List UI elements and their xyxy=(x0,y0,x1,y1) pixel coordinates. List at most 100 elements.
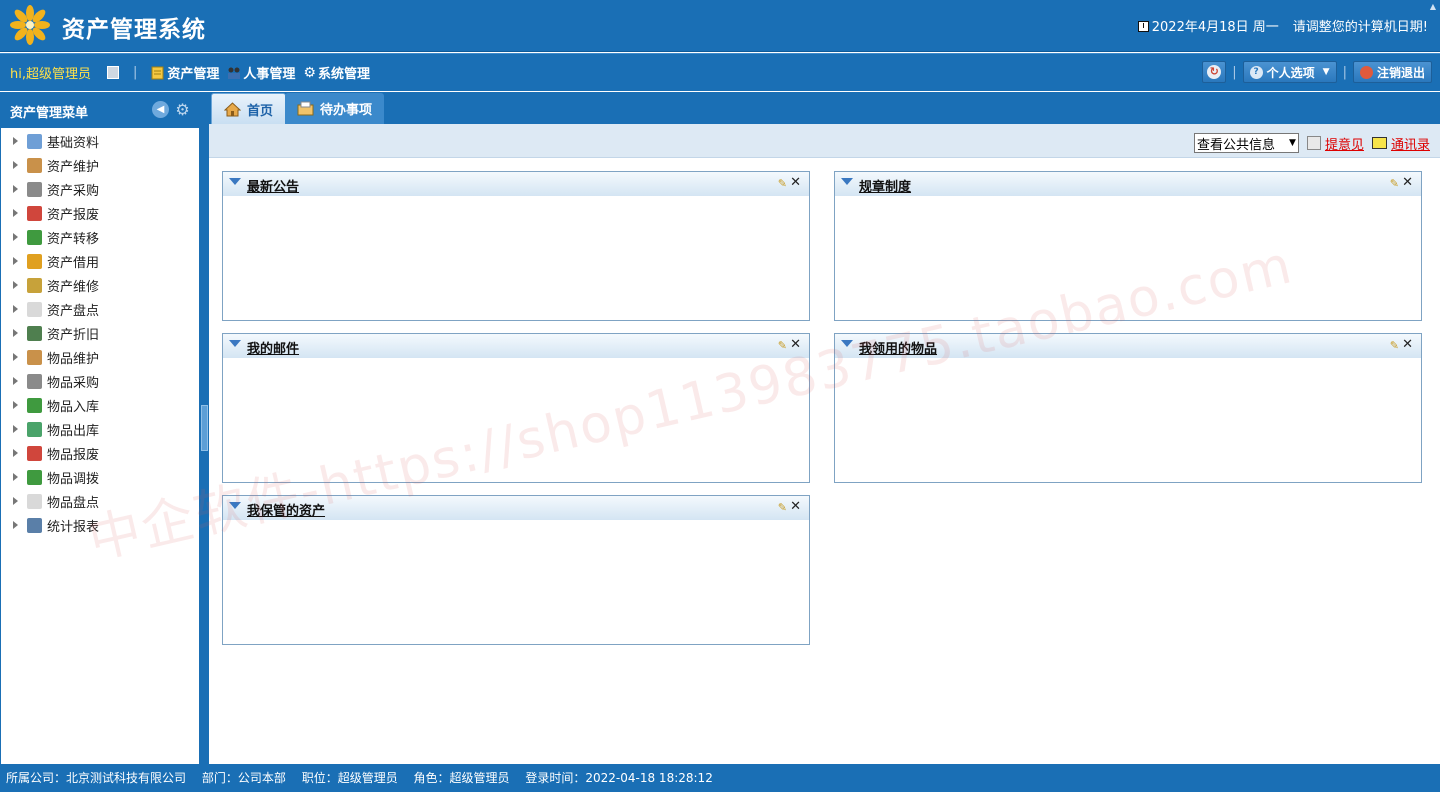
tab-bar: 首页 待办事项 xyxy=(209,92,1440,124)
sidebar-item[interactable]: 基础资料 xyxy=(1,129,199,153)
portlet-title[interactable]: 我保管的资产 xyxy=(247,500,325,519)
collapse-triangle-icon[interactable] xyxy=(229,502,241,509)
close-icon[interactable]: ✕ xyxy=(790,175,801,190)
portlet-title[interactable]: 最新公告 xyxy=(247,176,299,195)
edit-pencil-icon[interactable]: ✎ xyxy=(778,177,787,190)
menu-item-icon xyxy=(27,349,42,365)
tab-home-label: 首页 xyxy=(247,103,274,119)
tab-home[interactable]: 首页 xyxy=(211,93,287,124)
sidebar-item[interactable]: 资产采购 xyxy=(1,177,199,201)
nav-divider: | xyxy=(132,65,138,80)
menu-item-icon xyxy=(27,157,42,173)
portlet-header: 我领用的物品 ✎ ✕ xyxy=(835,334,1421,358)
collapse-header-icon[interactable]: ▲ xyxy=(1430,2,1436,11)
refresh-button[interactable]: ↻ xyxy=(1202,61,1227,83)
sidebar-item[interactable]: 物品入库 xyxy=(1,393,199,417)
expand-arrow-icon[interactable] xyxy=(13,497,18,505)
sidebar-title: 资产管理菜单 xyxy=(10,106,89,121)
expand-arrow-icon[interactable] xyxy=(13,353,18,361)
sidebar-item-label: 物品盘点 xyxy=(47,495,100,511)
header-info: 2022年4月18日 周一 请调整您的计算机日期! xyxy=(1137,16,1428,35)
expand-arrow-icon[interactable] xyxy=(13,425,18,433)
close-icon[interactable]: ✕ xyxy=(1402,337,1413,352)
status-footer: 所属公司：北京测试科技有限公司 部门：公司本部 职位：超级管理员 角色：超级管理… xyxy=(0,764,1440,792)
sidebar-item[interactable]: 资产维护 xyxy=(1,153,199,177)
sidebar-item[interactable]: 资产借用 xyxy=(1,249,199,273)
sidebar-item[interactable]: 物品采购 xyxy=(1,369,199,393)
sidebar-item-label: 资产报废 xyxy=(47,207,100,223)
edit-pencil-icon[interactable]: ✎ xyxy=(1390,339,1399,352)
sidebar-item[interactable]: 资产折旧 xyxy=(1,321,199,345)
portlet-title[interactable]: 我领用的物品 xyxy=(859,338,937,357)
main-content: 首页 待办事项 查看公共信息 ▼ 提意见 通讯录 最新公告 ✎ ✕ 规章制度 ✎… xyxy=(209,92,1440,764)
expand-arrow-icon[interactable] xyxy=(13,185,18,193)
sidebar-item[interactable]: 物品维护 xyxy=(1,345,199,369)
sidebar-splitter[interactable] xyxy=(200,92,209,764)
date-text: 2022年4月18日 周一 xyxy=(1151,20,1279,35)
sidebar-item-label: 物品采购 xyxy=(47,375,100,391)
expand-arrow-icon[interactable] xyxy=(13,137,18,145)
menu-item-icon xyxy=(27,445,42,461)
menu-hr-management[interactable]: 人事管理 xyxy=(227,63,295,82)
public-info-select[interactable]: 查看公共信息 ▼ xyxy=(1194,133,1299,153)
expand-arrow-icon[interactable] xyxy=(13,257,18,265)
sidebar-item[interactable]: 资产盘点 xyxy=(1,297,199,321)
close-icon[interactable]: ✕ xyxy=(1402,175,1413,190)
expand-arrow-icon[interactable] xyxy=(13,161,18,169)
menu-system-management[interactable]: ⚙ 系统管理 xyxy=(303,63,370,83)
sidebar-item-label: 资产盘点 xyxy=(47,303,100,319)
expand-arrow-icon[interactable] xyxy=(13,521,18,529)
sidebar-item[interactable]: 统计报表 xyxy=(1,513,199,537)
portlet-my-requisitions: 我领用的物品 ✎ ✕ xyxy=(834,333,1422,483)
expand-arrow-icon[interactable] xyxy=(13,305,18,313)
sidebar-item[interactable]: 资产报废 xyxy=(1,201,199,225)
suggestion-link[interactable]: 提意见 xyxy=(1325,134,1364,153)
expand-arrow-icon[interactable] xyxy=(13,329,18,337)
expand-arrow-icon[interactable] xyxy=(13,233,18,241)
logout-button[interactable]: 注销退出 xyxy=(1352,61,1432,83)
collapse-triangle-icon[interactable] xyxy=(841,340,853,347)
menu-item-icon xyxy=(27,253,42,269)
edit-pencil-icon[interactable]: ✎ xyxy=(1390,177,1399,190)
edit-pencil-icon[interactable]: ✎ xyxy=(778,339,787,352)
menu-item-icon xyxy=(27,229,42,245)
collapse-triangle-icon[interactable] xyxy=(229,178,241,185)
sidebar-item-label: 资产折旧 xyxy=(47,327,100,343)
chevron-down-icon: ▼ xyxy=(1289,138,1296,148)
collapse-left-icon[interactable]: ◀ xyxy=(152,101,169,118)
contacts-link[interactable]: 通讯录 xyxy=(1391,134,1430,153)
collapse-triangle-icon[interactable] xyxy=(841,178,853,185)
settings-icon[interactable]: ⚙ xyxy=(174,101,191,118)
expand-arrow-icon[interactable] xyxy=(13,449,18,457)
portlet-title[interactable]: 我的邮件 xyxy=(247,338,299,357)
splitter-handle[interactable] xyxy=(201,405,208,451)
logout-label: 注销退出 xyxy=(1376,65,1425,80)
sidebar-item[interactable]: 物品盘点 xyxy=(1,489,199,513)
menu-item-icon xyxy=(27,325,42,341)
top-navbar: hi,超级管理员 | 资产管理 人事管理 ⚙ 系统管理 ↻ | ? 个人选项 ▼… xyxy=(0,53,1440,91)
collapse-triangle-icon[interactable] xyxy=(229,340,241,347)
sidebar-item[interactable]: 资产转移 xyxy=(1,225,199,249)
sidebar-item[interactable]: 资产维修 xyxy=(1,273,199,297)
expand-arrow-icon[interactable] xyxy=(13,401,18,409)
menu-item-icon xyxy=(27,493,42,509)
edit-pencil-icon[interactable]: ✎ xyxy=(778,501,787,514)
footer-login-time: 登录时间：2022-04-18 18:28:12 xyxy=(525,771,713,785)
notepad-icon[interactable] xyxy=(106,66,119,79)
expand-arrow-icon[interactable] xyxy=(13,209,18,217)
menu-item-icon xyxy=(27,205,42,221)
close-icon[interactable]: ✕ xyxy=(790,499,801,514)
sidebar-item[interactable]: 物品报废 xyxy=(1,441,199,465)
menu-asset-management[interactable]: 资产管理 xyxy=(151,63,219,82)
expand-arrow-icon[interactable] xyxy=(13,473,18,481)
portlet-title[interactable]: 规章制度 xyxy=(859,176,911,195)
info-circle-icon: ? xyxy=(1249,65,1263,79)
sidebar-item[interactable]: 物品调拨 xyxy=(1,465,199,489)
home-icon xyxy=(224,101,241,116)
expand-arrow-icon[interactable] xyxy=(13,281,18,289)
expand-arrow-icon[interactable] xyxy=(13,377,18,385)
close-icon[interactable]: ✕ xyxy=(790,337,801,352)
personal-options-button[interactable]: ? 个人选项 ▼ xyxy=(1242,61,1337,83)
tab-todo[interactable]: 待办事项 xyxy=(285,93,385,124)
sidebar-item[interactable]: 物品出库 xyxy=(1,417,199,441)
